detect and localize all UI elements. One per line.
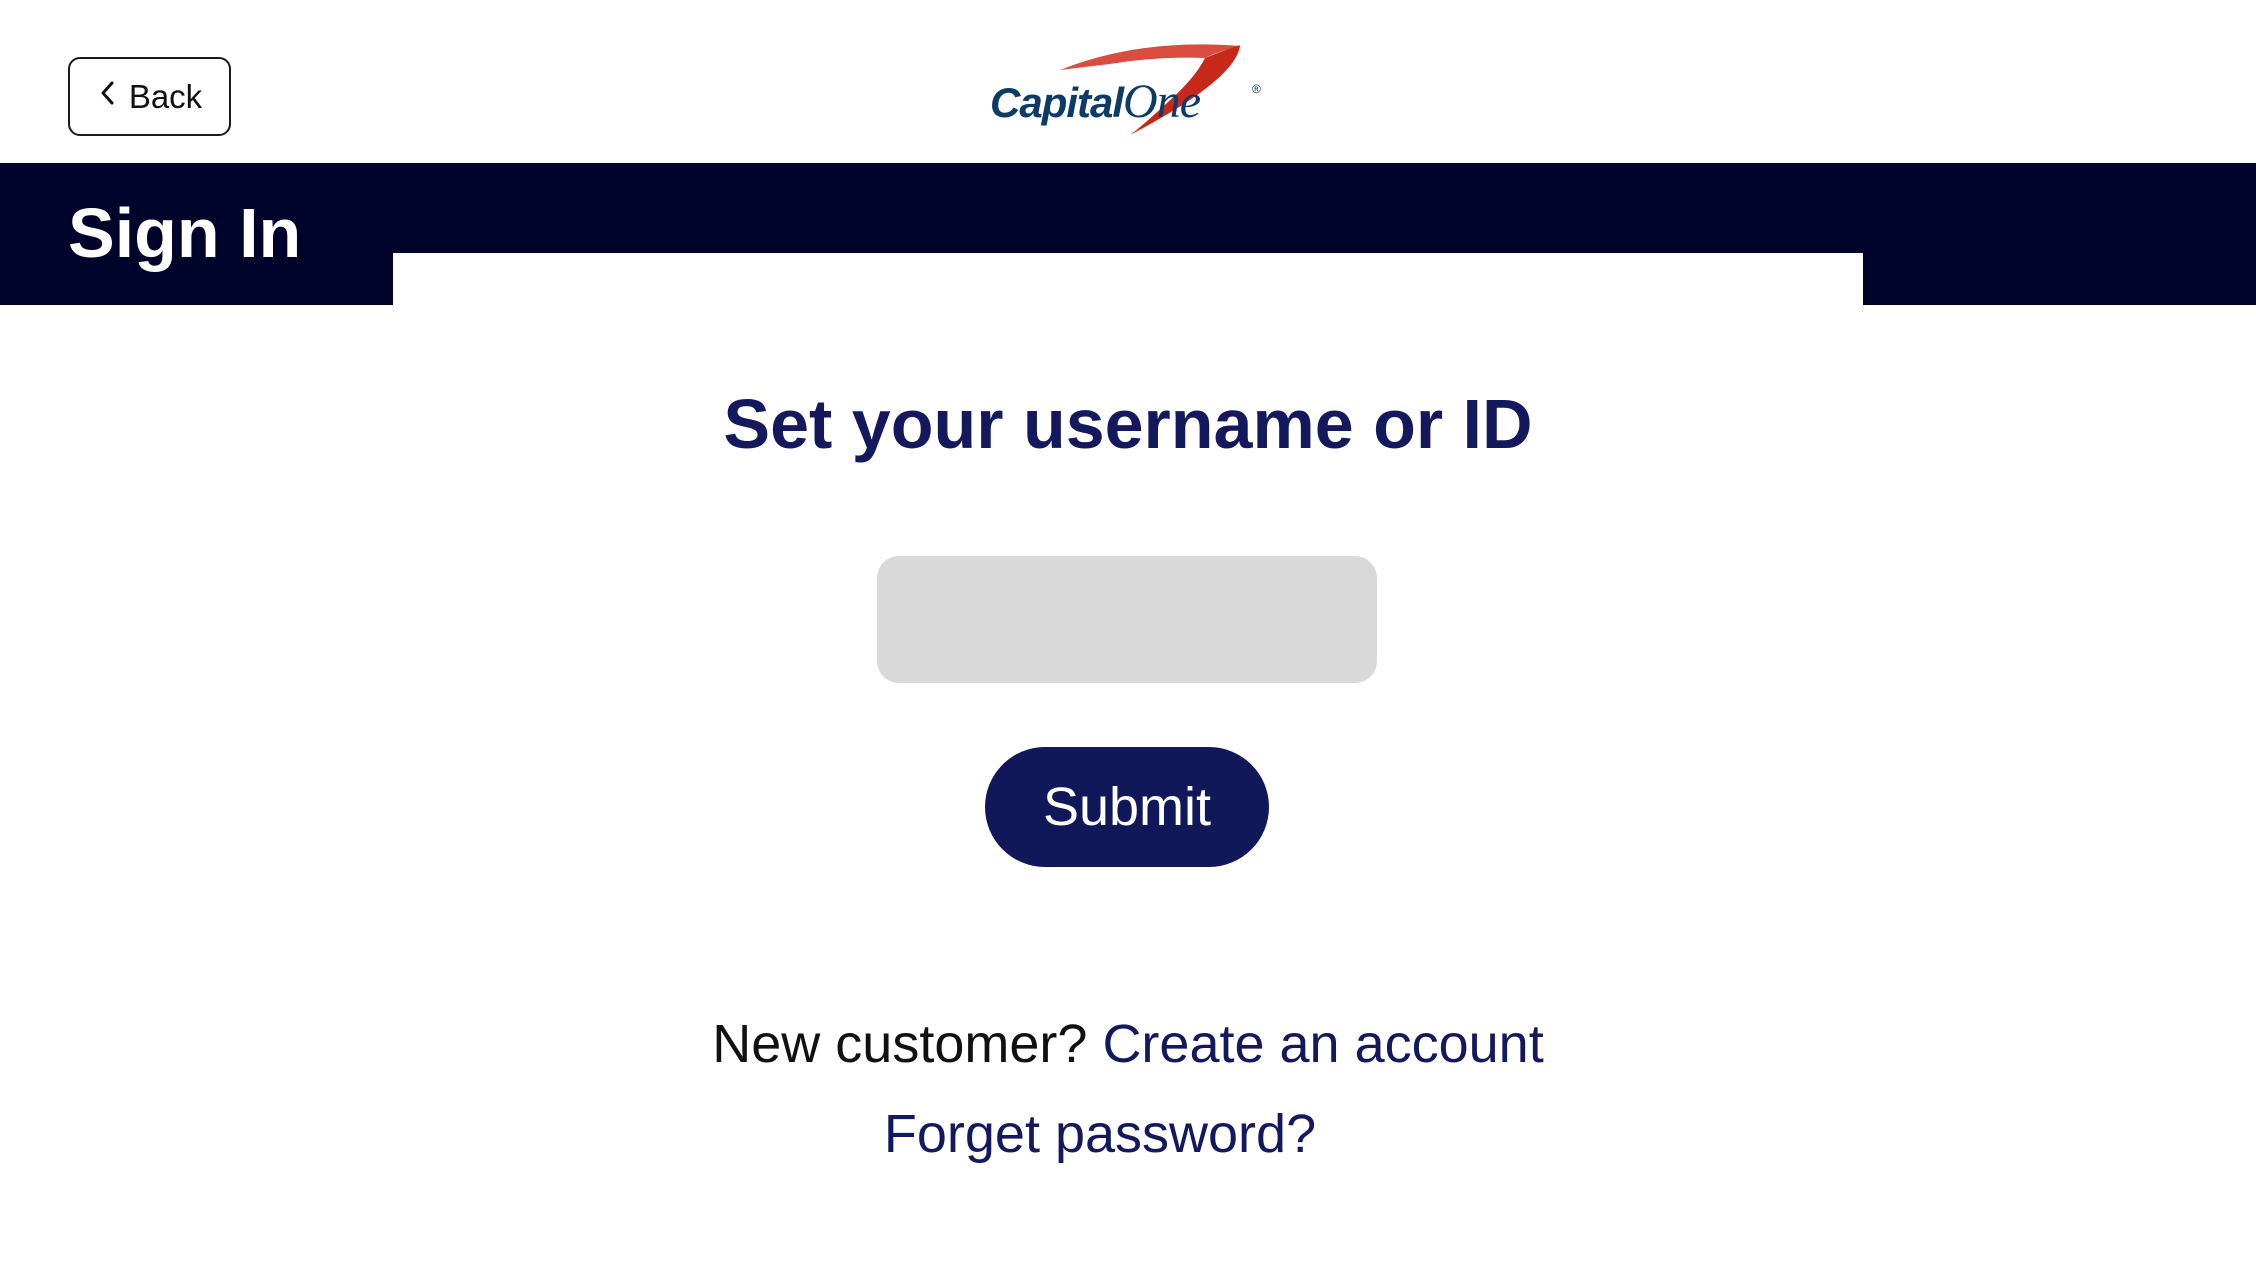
banner-cutout xyxy=(393,253,1863,305)
forgot-password-link[interactable]: Forget password? xyxy=(884,1104,1316,1164)
create-account-link[interactable]: Create an account xyxy=(1102,1014,1543,1074)
new-customer-text: New customer? xyxy=(712,1014,1088,1074)
back-button[interactable]: Back xyxy=(68,57,231,136)
logo-registered-mark: ® xyxy=(1252,82,1261,96)
top-bar: Back CapitalOne ® xyxy=(0,0,2256,163)
submit-button[interactable]: Submit xyxy=(985,747,1269,867)
forgot-password-line: Forget password? xyxy=(0,1098,2200,1170)
back-button-label: Back xyxy=(128,77,203,115)
chevron-left-icon xyxy=(97,78,119,116)
new-customer-line: New customer? Create an account xyxy=(0,1008,2256,1080)
capital-one-logo: CapitalOne ® xyxy=(990,40,1270,140)
username-input[interactable] xyxy=(877,556,1377,683)
logo-wordmark: CapitalOne xyxy=(990,75,1201,128)
form-heading: Set your username or ID xyxy=(723,385,1533,463)
page-title: Sign In xyxy=(68,194,302,272)
